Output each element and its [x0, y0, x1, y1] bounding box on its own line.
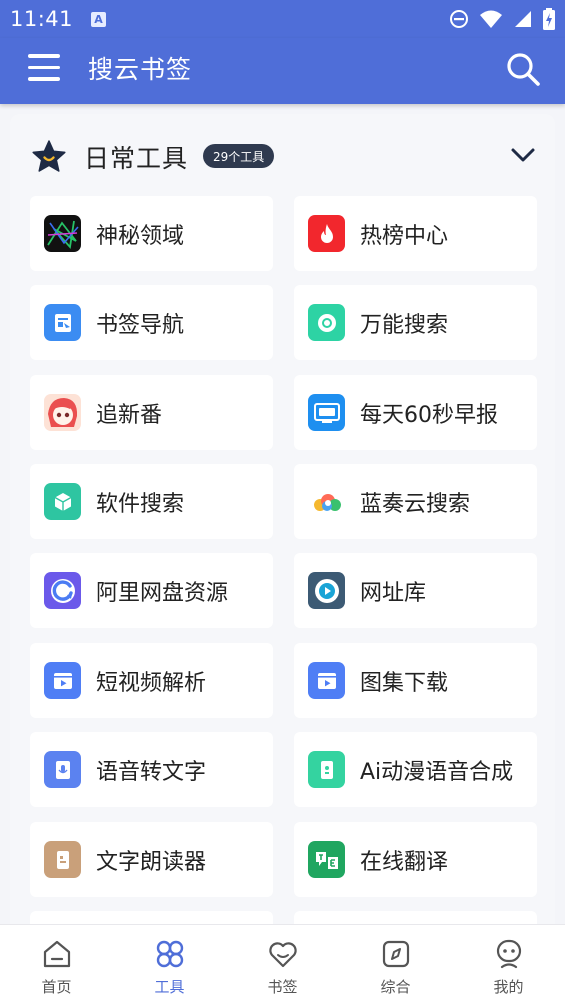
tool-label: 神秘领域 [96, 223, 185, 249]
anime-avatar-icon [44, 394, 81, 431]
battery-icon [543, 8, 555, 30]
tool-card-online-translate[interactable]: 在线翻译 [294, 822, 537, 897]
status-bar: 11:41 A [0, 0, 565, 38]
tool-card-anime[interactable]: 追新番 [30, 375, 273, 450]
package-cube-icon [44, 483, 81, 520]
tool-card-aliyun-resources[interactable]: 阿里网盘资源 [30, 553, 273, 628]
wifi-icon [480, 10, 502, 28]
flame-icon [308, 215, 345, 252]
video-clapper-icon [44, 662, 81, 699]
tab-label: 我的 [493, 978, 524, 996]
tool-card-gallery-download[interactable]: 图集下载 [294, 643, 537, 718]
circular-arrow-icon [44, 572, 81, 609]
tool-label: 网址库 [360, 580, 427, 606]
abstract-lines-icon [44, 215, 81, 252]
tool-card-mystery-domain[interactable]: 神秘领域 [30, 196, 273, 271]
section-header[interactable]: 日常工具 29个工具 [0, 104, 565, 194]
tool-card-bookmark-nav[interactable]: 书签导航 [30, 285, 273, 360]
tool-label: 软件搜索 [96, 491, 185, 517]
tool-card-partial[interactable] [294, 911, 537, 924]
tool-card-short-video-parse[interactable]: 短视频解析 [30, 643, 273, 718]
tab-home[interactable]: 首页 [0, 925, 113, 1004]
tab-general[interactable]: 综合 [339, 925, 452, 1004]
bookmark-page-icon [44, 304, 81, 341]
tool-label: 热榜中心 [360, 223, 449, 249]
compass-icon [382, 940, 409, 968]
search-icon[interactable] [505, 51, 541, 87]
app-title: 搜云书签 [88, 55, 193, 84]
tool-label: Ai动漫语音合成 [360, 759, 514, 785]
tool-label: 文字朗读器 [96, 849, 207, 875]
heart-icon [268, 942, 297, 968]
tool-card-60s-news[interactable]: 每天60秒早报 [294, 375, 537, 450]
tool-card-partial[interactable] [30, 911, 273, 924]
dnd-icon [450, 10, 468, 28]
tool-label: 短视频解析 [96, 670, 207, 696]
app-bar: 搜云书签 [0, 38, 565, 104]
tool-card-url-library[interactable]: 网址库 [294, 553, 537, 628]
tool-card-universal-search[interactable]: 万能搜索 [294, 285, 537, 360]
search-bubble-icon [308, 304, 345, 341]
play-disc-icon [308, 572, 345, 609]
bottom-tab-bar: 首页 工具 书签 综合 我的 [0, 924, 565, 1004]
reader-doc-icon [44, 841, 81, 878]
tab-label: 工具 [154, 978, 185, 996]
tools-clover-icon [156, 940, 183, 968]
tab-tools[interactable]: 工具 [113, 925, 226, 1004]
tool-card-text-reader[interactable]: 文字朗读器 [30, 822, 273, 897]
voice-doc-icon [44, 751, 81, 788]
tool-label: 万能搜索 [360, 312, 449, 338]
menu-icon[interactable] [28, 54, 60, 84]
status-time: 11:41 [10, 7, 74, 31]
section-title: 日常工具 [84, 144, 189, 173]
tool-count-badge: 29个工具 [203, 144, 275, 168]
cloud-icon [308, 483, 345, 520]
star-icon [32, 140, 66, 172]
news-screen-icon [308, 394, 345, 431]
ai-voice-doc-icon [308, 751, 345, 788]
tab-label: 书签 [267, 978, 298, 996]
tool-label: 图集下载 [360, 670, 449, 696]
tab-profile[interactable]: 我的 [452, 925, 565, 1004]
tool-card-software-search[interactable]: 软件搜索 [30, 464, 273, 539]
content-area[interactable]: 日常工具 29个工具 神秘领域 热榜中心 书签导航 万能搜索 追新番 每天60秒… [0, 104, 565, 924]
tool-card-ai-anime-voice[interactable]: Ai动漫语音合成 [294, 732, 537, 807]
tool-label: 语音转文字 [96, 759, 207, 785]
home-icon [43, 940, 70, 968]
profile-icon [496, 939, 521, 969]
chevron-down-icon[interactable] [510, 144, 536, 166]
tab-label: 首页 [41, 978, 72, 996]
tool-card-speech-to-text[interactable]: 语音转文字 [30, 732, 273, 807]
tool-label: 每天60秒早报 [360, 402, 498, 428]
image-clapper-icon [308, 662, 345, 699]
signal-icon [515, 11, 531, 27]
tool-card-hot-list[interactable]: 热榜中心 [294, 196, 537, 271]
tool-card-lanzou-search[interactable]: 蓝奏云搜索 [294, 464, 537, 539]
translate-icon [308, 841, 345, 878]
tool-label: 蓝奏云搜索 [360, 491, 471, 517]
tool-label: 追新番 [96, 402, 163, 428]
tab-label: 综合 [380, 978, 411, 996]
tab-bookmarks[interactable]: 书签 [226, 925, 339, 1004]
tool-label: 阿里网盘资源 [96, 580, 229, 606]
tool-label: 在线翻译 [360, 849, 449, 875]
accessibility-badge-icon: A [91, 11, 107, 27]
tool-label: 书签导航 [96, 312, 185, 338]
